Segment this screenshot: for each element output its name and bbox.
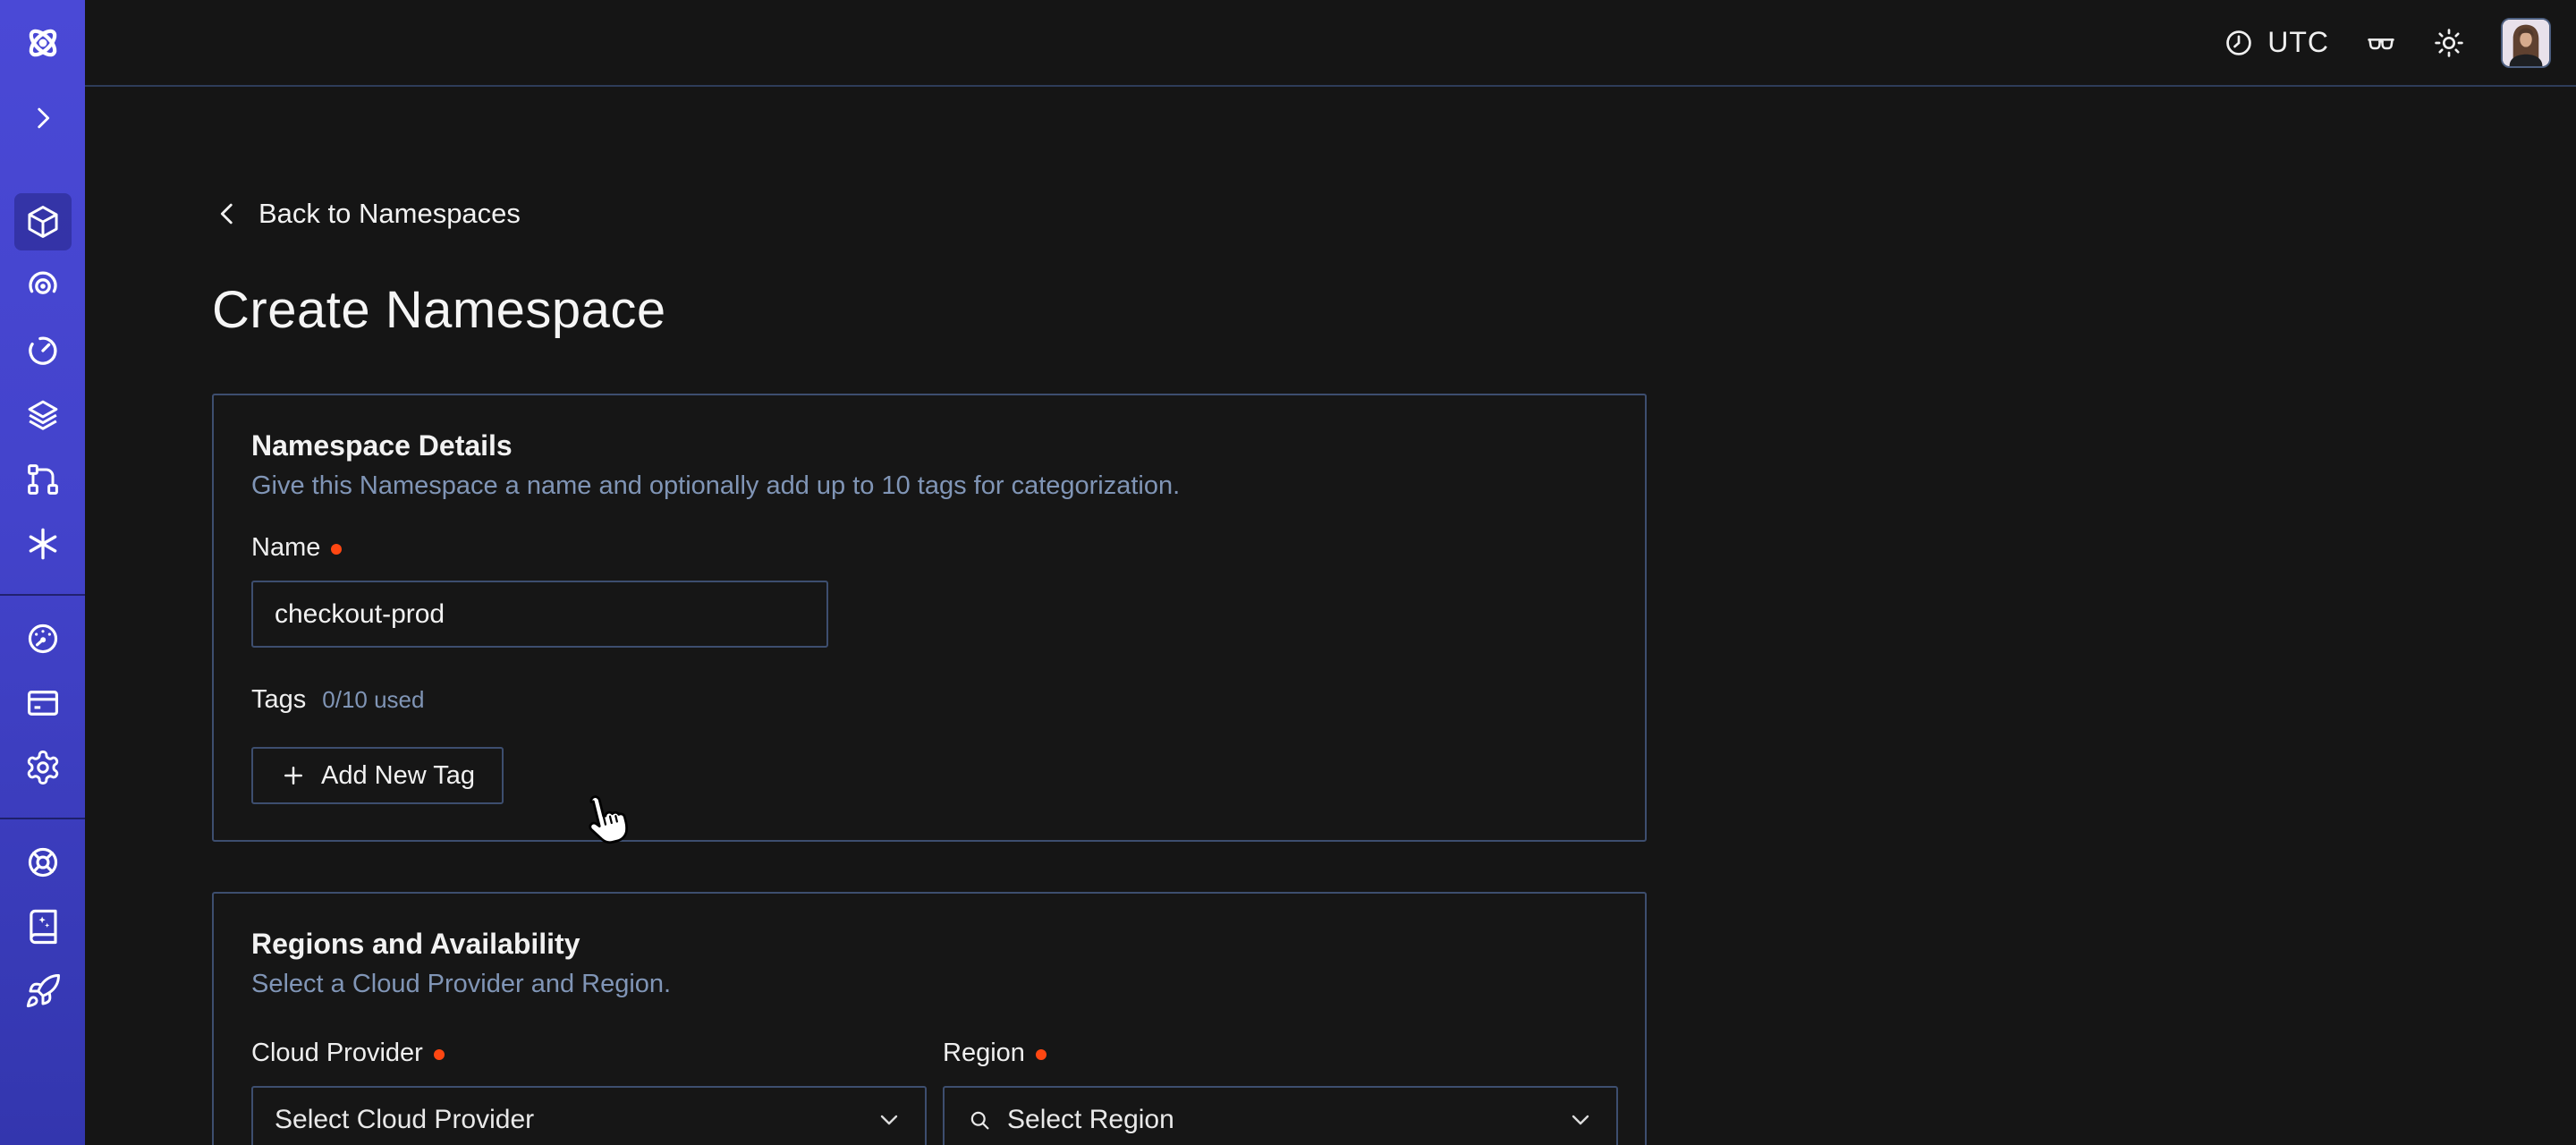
tags-label: Tags: [251, 685, 306, 715]
main-content: Back to Namespaces Create Namespace Name…: [85, 89, 2576, 1145]
required-dot: [331, 544, 342, 555]
namespace-name-input[interactable]: [251, 581, 828, 648]
card-subtitle: Select a Cloud Provider and Region.: [251, 970, 1607, 999]
gear-icon[interactable]: [14, 739, 72, 796]
gauge-icon[interactable]: [14, 610, 72, 667]
cloud-provider-label: Cloud Provider: [251, 1039, 423, 1068]
back-to-namespaces-link[interactable]: Back to Namespaces: [212, 198, 521, 230]
timer-icon[interactable]: [14, 322, 72, 379]
cloud-provider-select[interactable]: Select Cloud Provider: [251, 1086, 927, 1145]
clock-icon: [2223, 27, 2255, 59]
chevron-right-icon[interactable]: [14, 89, 72, 147]
asterisk-icon[interactable]: [14, 515, 72, 572]
card-subtitle: Give this Namespace a name and optionall…: [251, 471, 1607, 501]
book-sparkles-icon[interactable]: [14, 898, 72, 955]
regions-availability-card: Regions and Availability Select a Cloud …: [212, 892, 1647, 1145]
layers-icon[interactable]: [14, 386, 72, 444]
life-buoy-icon[interactable]: [14, 834, 72, 891]
region-field: Region Select Region: [943, 1006, 1618, 1145]
region-label: Region: [943, 1039, 1025, 1068]
add-new-tag-button[interactable]: Add New Tag: [251, 747, 504, 804]
page-title: Create Namespace: [212, 280, 2576, 340]
credit-card-icon[interactable]: [14, 674, 72, 732]
sidebar: [0, 0, 85, 1145]
name-label: Name: [251, 533, 320, 563]
back-link-label: Back to Namespaces: [258, 198, 521, 230]
sidebar-divider: [0, 818, 85, 819]
sidebar-divider: [0, 594, 85, 596]
card-title: Namespace Details: [251, 429, 1607, 462]
tags-usage-count: 0/10 used: [322, 686, 424, 714]
avatar[interactable]: [2501, 18, 2551, 68]
cloud-provider-select-value: Select Cloud Provider: [275, 1105, 534, 1135]
region-select[interactable]: Select Region: [943, 1086, 1618, 1145]
temporal-logo-icon[interactable]: [14, 14, 72, 72]
chevron-left-icon: [212, 199, 242, 229]
required-dot: [434, 1049, 445, 1060]
spiral-icon[interactable]: [14, 258, 72, 315]
topbar: UTC: [85, 0, 2576, 87]
sun-icon[interactable]: [2433, 27, 2465, 59]
cube-icon[interactable]: [14, 193, 72, 250]
cloud-provider-field: Cloud Provider Select Cloud Provider: [251, 1006, 927, 1145]
namespace-details-card: Namespace Details Give this Namespace a …: [212, 394, 1647, 842]
chevron-down-icon: [875, 1106, 903, 1134]
timezone-selector[interactable]: UTC: [2223, 26, 2329, 59]
add-tag-button-label: Add New Tag: [321, 761, 475, 791]
search-icon: [966, 1107, 993, 1133]
app-screen: UTC: [0, 0, 2576, 1145]
chevron-down-icon: [1566, 1106, 1595, 1134]
rocket-icon[interactable]: [14, 963, 72, 1020]
card-title: Regions and Availability: [251, 928, 1607, 961]
required-dot: [1036, 1049, 1046, 1060]
plus-icon: [280, 762, 307, 789]
glasses-icon[interactable]: [2365, 27, 2397, 59]
region-select-value: Select Region: [1007, 1105, 1174, 1135]
timezone-label: UTC: [2267, 26, 2329, 59]
branch-icon[interactable]: [14, 451, 72, 508]
